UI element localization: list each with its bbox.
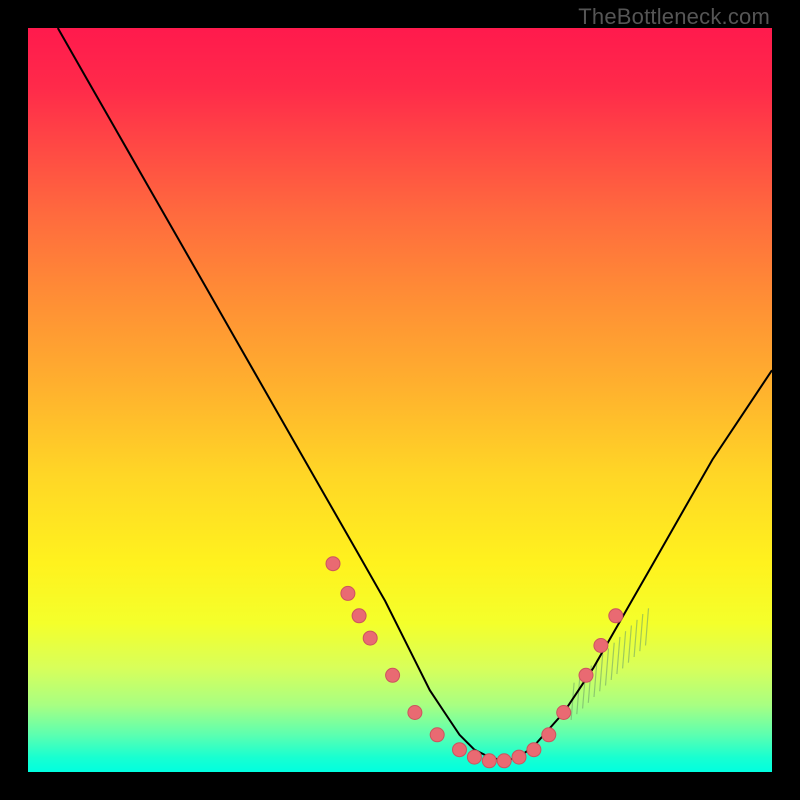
data-point [467,750,481,764]
hatch-mark [646,608,649,645]
data-point [453,743,467,757]
hatch-mark [577,677,580,714]
data-point [609,609,623,623]
hatch-mark [623,631,626,668]
data-point [542,728,556,742]
data-point [512,750,526,764]
hatch-mark [628,626,631,663]
data-point [557,706,571,720]
hatch-mark [600,654,603,691]
data-point [527,743,541,757]
dot-group [326,557,623,768]
hatch-mark [611,643,614,680]
data-point [482,754,496,768]
data-point [430,728,444,742]
data-point [386,668,400,682]
hatch-mark [640,614,643,651]
data-point [363,631,377,645]
hatch-mark [617,637,620,674]
hatch-group [571,608,648,720]
data-point [579,668,593,682]
watermark-text: TheBottleneck.com [578,4,770,30]
data-point [497,754,511,768]
chart-svg [28,28,772,772]
data-point [352,609,366,623]
data-point [341,586,355,600]
hatch-mark [606,648,609,685]
data-point [594,639,608,653]
chart-container: TheBottleneck.com [0,0,800,800]
bottleneck-curve [58,28,772,761]
data-point [408,706,422,720]
plot-area [28,28,772,772]
data-point [326,557,340,571]
hatch-mark [634,620,637,657]
